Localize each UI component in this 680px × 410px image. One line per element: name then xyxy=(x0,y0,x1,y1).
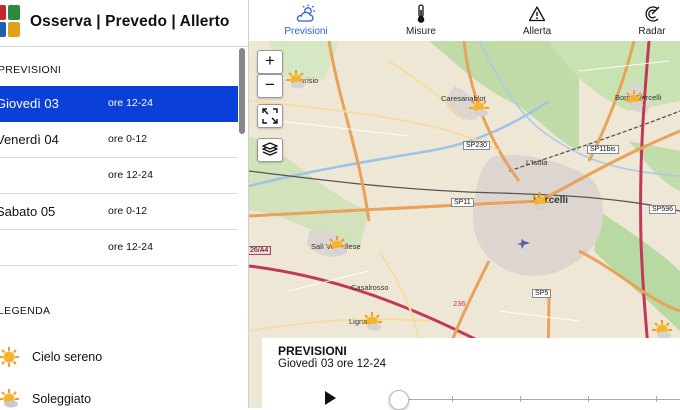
road-label: SP596 xyxy=(649,205,677,214)
legend-label: Cielo sereno xyxy=(32,350,103,364)
top-nav: Previsioni Misure Allerta Radar xyxy=(249,0,680,42)
sun-cloud-icon[interactable] xyxy=(623,89,645,111)
tab-misure[interactable]: Misure xyxy=(381,4,461,37)
road-label: 26/A4 xyxy=(249,246,272,255)
timeline-tick xyxy=(452,396,453,402)
radar-icon xyxy=(645,6,660,22)
sun-cloud-icon[interactable] xyxy=(361,311,383,333)
panel-subtitle: Giovedì 03 ore 12-24 xyxy=(278,358,387,370)
forecast-row-slot: ore 0-12 xyxy=(108,133,148,145)
forecast-row-thu-12-24[interactable]: Giovedì 03 ore 12-24 xyxy=(0,86,238,122)
sun-cloud-icon[interactable] xyxy=(529,191,551,213)
sun-cloud-icon[interactable] xyxy=(468,97,490,119)
place-label: L'Isola xyxy=(526,158,548,167)
thermometer-icon xyxy=(417,4,425,23)
warning-triangle-icon xyxy=(528,6,546,22)
sun-cloud-icon xyxy=(0,389,19,408)
timeline-tick xyxy=(656,396,657,402)
road-label: 236 xyxy=(453,299,466,308)
forecast-row-slot: ore 12-24 xyxy=(108,241,153,253)
timeline-tick xyxy=(588,396,589,402)
forecast-row-sat-0-12[interactable]: Sabato 05 ore 0-12 xyxy=(0,194,238,230)
forecast-panel: PREVISIONI Giovedì 03 ore 12-24 xyxy=(262,338,680,410)
tab-label: Misure xyxy=(405,26,436,37)
zoom-in-button[interactable]: + xyxy=(257,50,283,74)
layers-icon xyxy=(261,142,279,156)
legend-heading: LEGENDA xyxy=(0,305,51,317)
forecast-row-sat-12-24[interactable]: ore 12-24 xyxy=(0,230,238,266)
forecast-row-slot: ore 12-24 xyxy=(108,97,153,109)
tab-radar[interactable]: Radar xyxy=(612,4,680,37)
place-label: Casalrosso xyxy=(351,283,389,292)
sidebar: Osserva | Prevedo | Allerto PREVISIONI G… xyxy=(0,0,249,408)
forecast-row-fri-0-12[interactable]: Venerdì 04 ore 0-12 xyxy=(0,122,238,158)
cloud-sun-icon xyxy=(296,4,315,22)
forecast-row-day: Venerdì 04 xyxy=(0,132,59,147)
tab-label: Allerta xyxy=(522,26,552,37)
sidebar-scrollbar[interactable] xyxy=(239,48,245,134)
tab-previsioni[interactable]: Previsioni xyxy=(266,4,346,37)
sun-cloud-icon[interactable] xyxy=(326,235,348,257)
road-label: SP5 xyxy=(532,289,552,298)
forecast-row-day: Sabato 05 xyxy=(0,204,56,219)
layers-button[interactable] xyxy=(257,138,283,162)
play-icon[interactable] xyxy=(322,390,338,406)
app-logo xyxy=(0,5,22,39)
forecast-row-slot: ore 0-12 xyxy=(108,205,148,217)
road-label: SP230 xyxy=(463,141,491,150)
panel-title: PREVISIONI xyxy=(278,344,347,358)
expand-icon xyxy=(262,108,278,124)
sun-icon xyxy=(0,347,19,367)
timeline-slider-handle[interactable] xyxy=(389,390,409,410)
tab-label: Radar xyxy=(638,26,666,37)
timeline-track[interactable] xyxy=(400,399,680,400)
legend-label: Soleggiato xyxy=(32,392,92,406)
road-label: SP11 xyxy=(451,198,474,207)
app-title: Osserva | Prevedo | Allerto xyxy=(30,13,230,30)
tab-label: Previsioni xyxy=(284,26,328,37)
fullscreen-button[interactable] xyxy=(257,104,283,128)
forecast-row-slot: ore 12-24 xyxy=(108,169,153,181)
sun-cloud-icon[interactable] xyxy=(285,69,307,91)
app-header: Osserva | Prevedo | Allerto xyxy=(0,0,248,47)
tab-allerta[interactable]: Allerta xyxy=(497,4,577,37)
forecast-row-fri-12-24[interactable]: ore 12-24 xyxy=(0,158,238,194)
forecast-row-day: Giovedì 03 xyxy=(0,96,59,111)
timeline-tick xyxy=(520,396,521,402)
forecast-heading: PREVISIONI xyxy=(0,64,62,76)
road-label: SP11bis xyxy=(587,145,619,154)
zoom-out-button[interactable]: − xyxy=(257,74,283,98)
